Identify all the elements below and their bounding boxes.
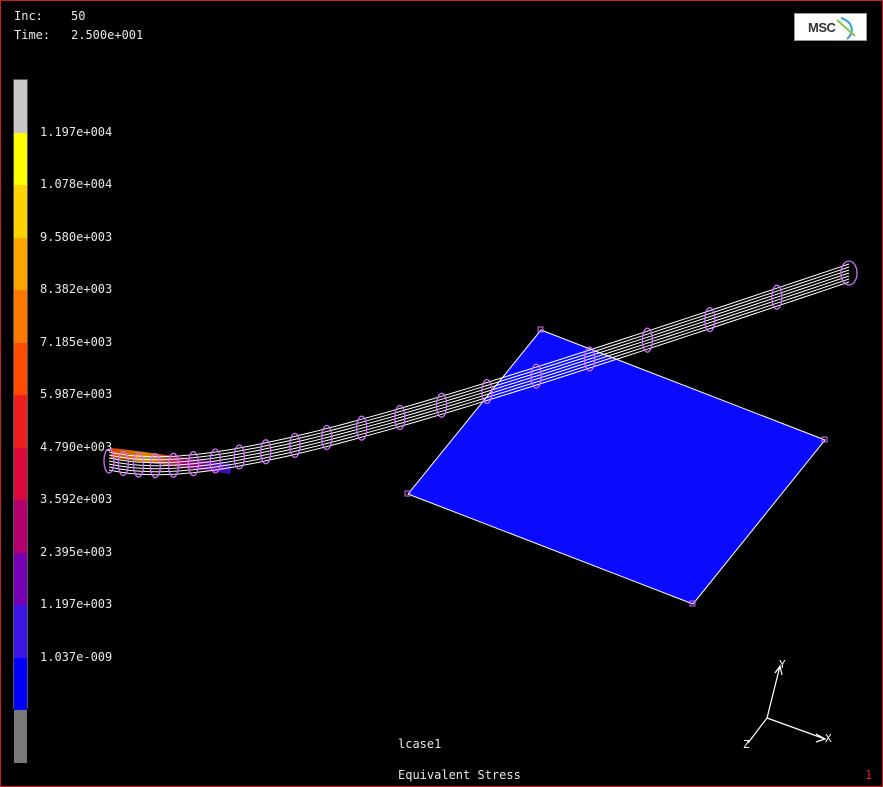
axis-z-label: Z bbox=[743, 738, 750, 751]
graphics-viewport[interactable]: Inc: 50 Time: 2.500e+001 MSC 1.197e+004 1… bbox=[0, 0, 883, 787]
model-view: Y X Z bbox=[103, 260, 858, 751]
result-name-label: Equivalent Stress bbox=[398, 768, 521, 782]
axis-x-label: X bbox=[825, 732, 832, 745]
axis-triad bbox=[747, 664, 827, 744]
viewport-number: 1 bbox=[865, 768, 873, 782]
axis-y-label: Y bbox=[779, 658, 786, 671]
loadcase-label: lcase1 bbox=[398, 737, 442, 751]
plate bbox=[407, 329, 826, 605]
